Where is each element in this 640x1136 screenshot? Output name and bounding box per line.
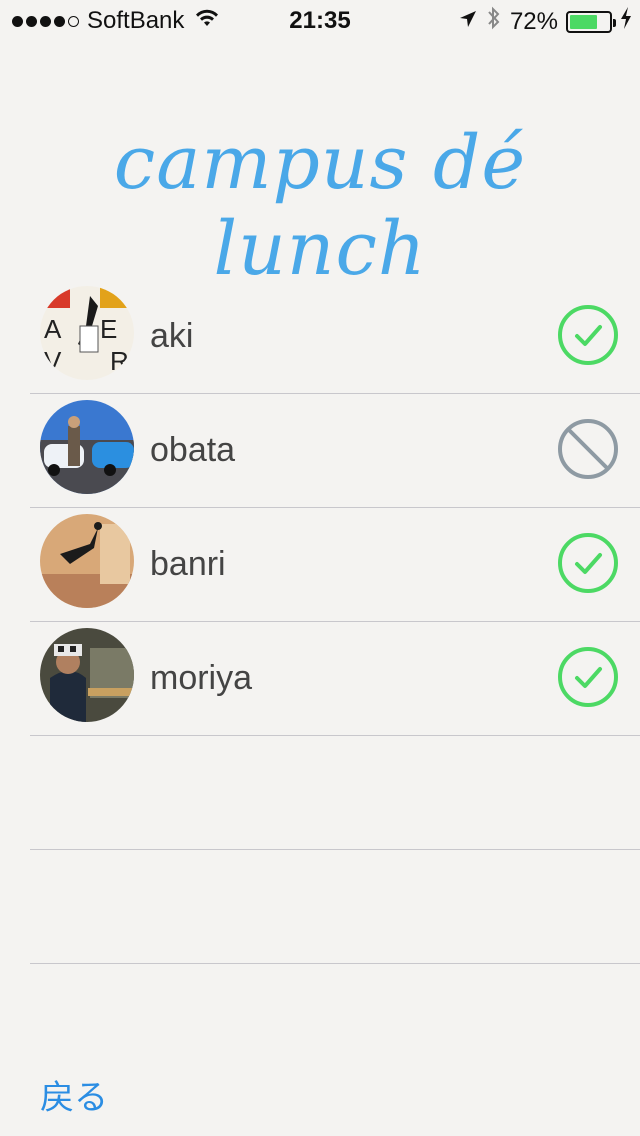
- member-name: obata: [150, 431, 236, 469]
- back-button[interactable]: 戻る: [40, 1070, 108, 1119]
- battery-fill: [570, 14, 598, 29]
- avatar: [40, 400, 134, 494]
- svg-text:R: R: [110, 346, 129, 376]
- member-row[interactable]: banri: [30, 508, 640, 622]
- member-row[interactable]: obata: [30, 394, 640, 508]
- battery-percent: 72%: [509, 7, 558, 35]
- member-name: banri: [150, 545, 226, 583]
- member-row[interactable]: A E V R aki: [30, 280, 640, 394]
- status-bar: SoftBank 21:35 72%: [0, 0, 640, 40]
- status-right: 72%: [458, 6, 632, 37]
- prohibited-icon[interactable]: [556, 417, 620, 481]
- svg-text:V: V: [44, 346, 62, 376]
- empty-row: [30, 850, 640, 964]
- bluetooth-icon: [486, 6, 502, 37]
- member-name: moriya: [150, 659, 253, 697]
- empty-row: [30, 736, 640, 850]
- member-list: A E V R aki obata banri moriya: [0, 280, 640, 964]
- avatar: [40, 628, 134, 722]
- svg-text:A: A: [44, 314, 62, 344]
- app-title: campus dé lunch: [113, 120, 527, 292]
- check-circle-icon[interactable]: [556, 303, 620, 367]
- avatar: [40, 514, 134, 608]
- check-circle-icon[interactable]: [556, 645, 620, 709]
- check-circle-icon[interactable]: [556, 531, 620, 595]
- svg-text:E: E: [100, 314, 117, 344]
- location-arrow-icon: [458, 8, 478, 36]
- member-name: aki: [150, 317, 194, 355]
- avatar: A E V R: [40, 286, 134, 380]
- charging-bolt-icon: [620, 7, 632, 36]
- battery-icon: [566, 10, 616, 33]
- member-row[interactable]: moriya: [30, 622, 640, 736]
